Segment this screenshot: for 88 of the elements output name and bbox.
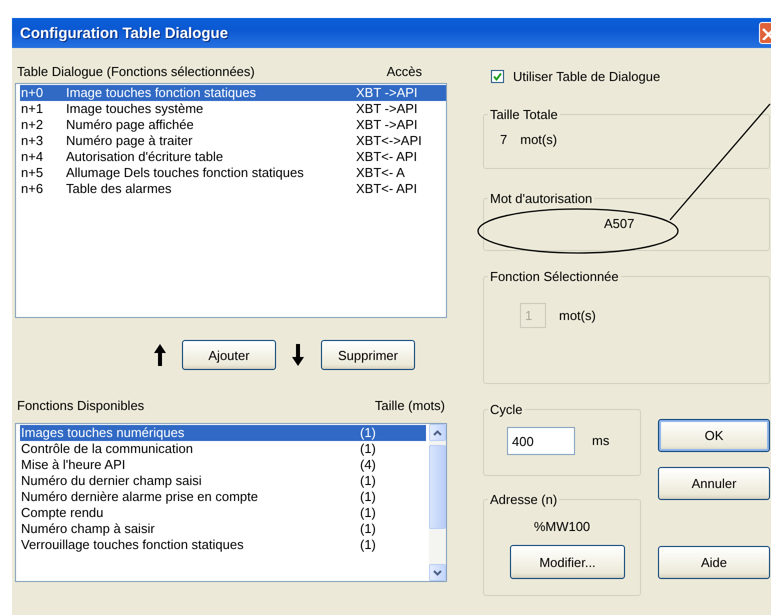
down-arrow-icon: [289, 343, 307, 367]
item-name: Numéro dernière alarme prise en compte: [21, 489, 259, 505]
list-item[interactable]: n+5 Allumage Dels touches fonction statiques XBT<- A: [20, 165, 446, 181]
dialog-button[interactable]: OK: [658, 419, 770, 452]
checkbox[interactable]: [491, 70, 504, 82]
item-index: n+1: [21, 101, 44, 117]
item-index: n+3: [21, 133, 44, 149]
item-index: n+4: [21, 149, 44, 165]
remove-button[interactable]: Supprimer: [321, 340, 415, 370]
item-index: n+5: [21, 165, 44, 181]
window-title: Configuration Table Dialogue: [20, 24, 230, 42]
item-name: Allumage Dels touches fonction statiques: [66, 165, 305, 181]
item-size: (4): [360, 457, 376, 473]
column-header: Accès: [386, 64, 422, 80]
list-item[interactable]: Images touches numériques (1): [20, 425, 426, 441]
list-item[interactable]: n+6 Table des alarmes XBT<- API: [20, 181, 446, 197]
list-item[interactable]: Verrouillage touches fonction statiques (1): [20, 537, 426, 553]
list-item[interactable]: Numéro champ à saisir (1): [20, 521, 426, 537]
unit-label: mot(s): [559, 308, 596, 323]
item-access: XBT ->API: [356, 101, 418, 117]
item-size: (1): [360, 489, 376, 505]
item-index: n+6: [21, 181, 44, 197]
close-button[interactable]: [759, 22, 771, 44]
item-access: XBT<- API: [356, 181, 418, 197]
item-name: Image touches fonction statiques: [66, 85, 258, 101]
list-item[interactable]: n+4 Autorisation d'écriture table XBT<- API: [20, 149, 446, 165]
item-access: XBT ->API: [356, 85, 418, 101]
item-name: Image touches système: [66, 101, 204, 117]
list-item[interactable]: Contrôle de la communication (1): [20, 441, 426, 457]
item-size: (1): [360, 537, 376, 553]
scrollbar[interactable]: [429, 424, 446, 581]
item-name: Mise à l'heure API: [21, 457, 126, 473]
scroll-up-button[interactable]: [429, 424, 446, 441]
size-value: 7: [500, 132, 508, 147]
unit-label: ms: [592, 433, 610, 448]
checkbox-label: Utiliser Table de Dialogue: [513, 68, 660, 84]
check-icon: [493, 72, 502, 80]
item-index: n+0: [21, 85, 44, 101]
list-item[interactable]: n+2 Numéro page affichée XBT ->API: [20, 117, 446, 133]
cycle-field[interactable]: 400: [507, 427, 575, 455]
close-icon: [760, 26, 771, 40]
scroll-thumb[interactable]: [429, 445, 446, 529]
dialog-button[interactable]: Annuler: [658, 467, 770, 500]
authorization-value: A507: [604, 216, 634, 231]
chevron-up-icon: [433, 430, 442, 436]
item-size: (1): [360, 521, 376, 537]
group-title: Adresse (n): [489, 492, 558, 507]
add-button[interactable]: Ajouter: [182, 340, 276, 370]
item-access: XBT<- A: [356, 165, 405, 181]
list-label: Table Dialogue (Fonctions sélectionnées): [17, 64, 255, 80]
list-item[interactable]: Numéro dernière alarme prise en compte (1): [20, 489, 426, 505]
item-name: Numéro page affichée: [66, 117, 195, 133]
unit-label: mot(s): [520, 132, 558, 147]
item-size: (1): [360, 441, 376, 457]
item-name: Table des alarmes: [66, 181, 172, 197]
list-label: Fonctions Disponibles: [17, 398, 144, 414]
item-name: Numéro champ à saisir: [21, 521, 156, 537]
item-name: Verrouillage touches fonction statiques: [21, 537, 245, 553]
item-access: XBT<->API: [356, 133, 422, 149]
item-name: Images touches numériques: [21, 425, 186, 441]
item-name: Numéro du dernier champ saisi: [21, 473, 203, 489]
modify-button[interactable]: Modifier...: [510, 545, 625, 579]
item-access: XBT<- API: [356, 149, 418, 165]
column-header: Taille (mots): [374, 398, 445, 414]
list-item[interactable]: Mise à l'heure API (4): [20, 457, 426, 473]
group-title: Cycle: [489, 402, 524, 417]
chevron-down-icon: [433, 570, 442, 576]
item-name: Autorisation d'écriture table: [66, 149, 224, 165]
address-value: %MW100: [534, 519, 590, 534]
dialog-button[interactable]: Aide: [658, 546, 770, 579]
item-size: (1): [360, 425, 376, 441]
group-title: Fonction Sélectionnée: [489, 269, 620, 284]
up-arrow-icon: [151, 343, 169, 367]
list-item[interactable]: Compte rendu (1): [20, 505, 426, 521]
list-item[interactable]: n+1 Image touches système XBT ->API: [20, 101, 446, 117]
item-size: (1): [360, 473, 376, 489]
item-size: (1): [360, 505, 376, 521]
group-title: Mot d'autorisation: [489, 191, 594, 206]
list-item[interactable]: n+3 Numéro page à traiter XBT<->API: [20, 133, 446, 149]
item-name: Contrôle de la communication: [21, 441, 194, 457]
item-index: n+2: [21, 117, 44, 133]
item-access: XBT ->API: [356, 117, 418, 133]
group-title: Taille Totale: [489, 107, 559, 122]
item-name: Numéro page à traiter: [66, 133, 194, 149]
scroll-down-button[interactable]: [429, 564, 446, 581]
item-name: Compte rendu: [21, 505, 104, 521]
list-item[interactable]: Numéro du dernier champ saisi (1): [20, 473, 426, 489]
list-item[interactable]: n+0 Image touches fonction statiques XBT ->API: [20, 85, 446, 101]
